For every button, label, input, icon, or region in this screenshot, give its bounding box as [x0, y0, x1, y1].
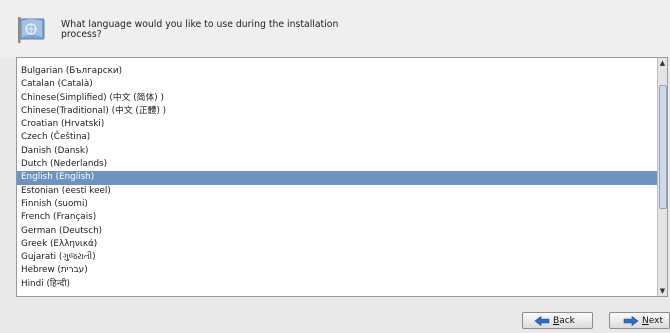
list-item[interactable]: Bulgarian (Български): [17, 65, 660, 78]
list-item[interactable]: Hindi (हिन्दी): [17, 278, 660, 291]
flag-icon: [18, 17, 45, 43]
list-item[interactable]: Catalan (Català): [17, 78, 660, 91]
list-item[interactable]: Croatian (Hrvatski): [17, 118, 660, 131]
language-list[interactable]: Bulgarian (Български) Catalan (Català) Chi…: [16, 57, 668, 297]
list-item[interactable]: Chinese(Traditional) (中文 (正體) ): [17, 105, 660, 118]
back-button-label: Back: [553, 316, 575, 326]
arrow-right-icon: [623, 316, 639, 326]
next-button[interactable]: Next: [609, 312, 670, 329]
scroll-down-icon[interactable]: ▼: [658, 286, 667, 296]
list-item[interactable]: French (Français): [17, 211, 660, 224]
page-prompt: What language would you like to use duri…: [61, 19, 339, 40]
header: What language would you like to use duri…: [0, 0, 670, 58]
language-list-items[interactable]: Bulgarian (Български) Catalan (Català) Chi…: [17, 65, 660, 291]
list-item-selected[interactable]: English (English): [17, 171, 660, 185]
list-item[interactable]: Estonian (eesti keel): [17, 185, 660, 198]
list-item[interactable]: Chinese(Simplified) (中文 (简体) ): [17, 92, 660, 105]
next-button-label: Next: [642, 316, 663, 326]
scrollbar-thumb[interactable]: [659, 85, 667, 209]
back-button[interactable]: Back: [522, 312, 593, 329]
list-item[interactable]: Czech (Čeština): [17, 131, 660, 144]
list-item[interactable]: German (Deutsch): [17, 225, 660, 238]
vertical-scrollbar[interactable]: ▲ ▼: [657, 58, 667, 296]
list-item[interactable]: Dutch (Nederlands): [17, 158, 660, 171]
list-item[interactable]: Danish (Dansk): [17, 145, 660, 158]
arrow-left-icon: [534, 316, 550, 326]
list-item[interactable]: Greek (Ελληνικά): [17, 238, 660, 251]
list-item[interactable]: Hebrew (עברית): [17, 264, 660, 277]
scroll-up-icon[interactable]: ▲: [658, 58, 667, 68]
list-item[interactable]: Gujarati (ગુજરાતી): [17, 251, 660, 264]
list-item[interactable]: Finnish (suomi): [17, 198, 660, 211]
